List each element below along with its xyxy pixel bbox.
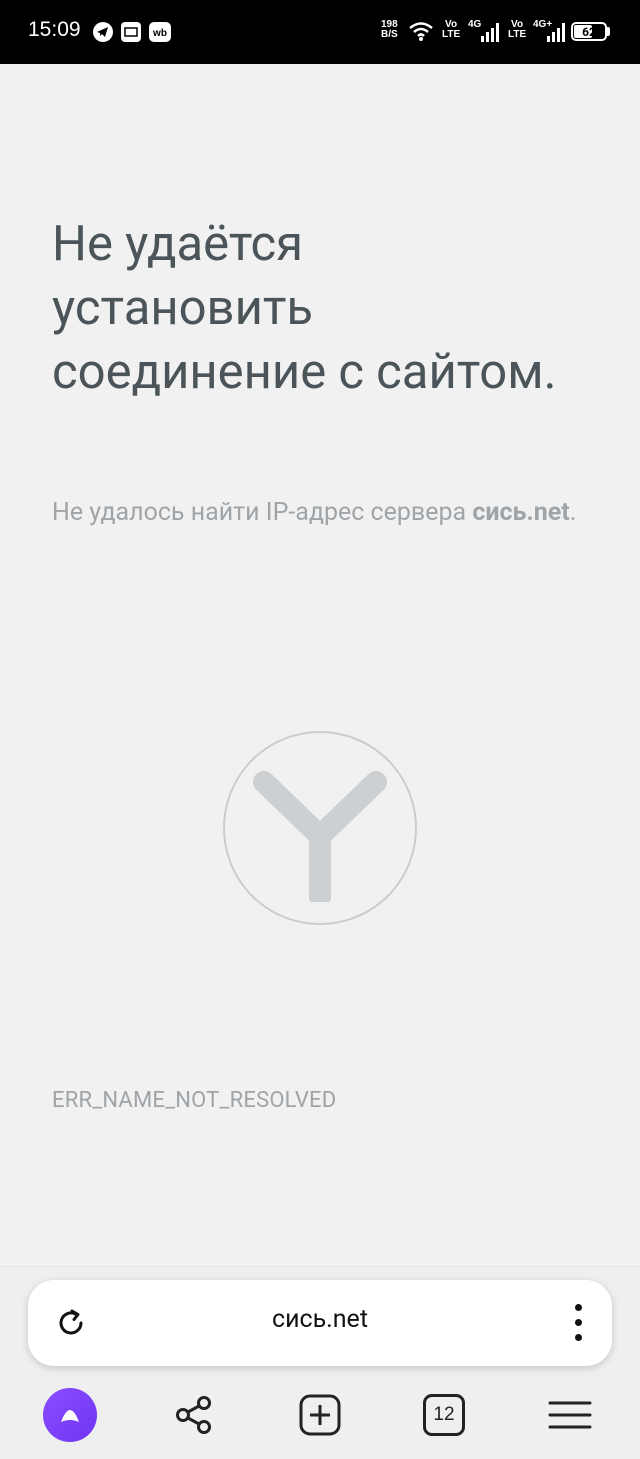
- error-description: Не удалось найти IP-адрес сервера сись.n…: [52, 494, 592, 532]
- wb-icon: wb: [149, 22, 171, 42]
- address-bar[interactable]: сись.net: [28, 1280, 612, 1366]
- tabs-button[interactable]: 12: [414, 1380, 474, 1450]
- error-description-text: Не удалось найти IP-адрес сервера: [52, 498, 473, 527]
- network-speed: 198 B/S: [381, 20, 398, 40]
- battery-tip: [607, 27, 610, 36]
- bottom-navigation: 12: [0, 1380, 640, 1458]
- new-tab-icon: [299, 1394, 341, 1436]
- tabs-icon: 12: [423, 1394, 465, 1436]
- error-title: Не удаётся установить соединение с сайто…: [52, 215, 557, 400]
- volte-badge-2: Vo LTE: [508, 20, 526, 40]
- share-icon: [176, 1396, 211, 1434]
- menu-button[interactable]: [540, 1380, 600, 1450]
- status-bar: 15:09 wb 198 B/S Vo LTE 4G Vo LTE 4G+ 62: [0, 0, 640, 64]
- error-host: сись.net: [472, 498, 570, 527]
- url-text[interactable]: сись.net: [28, 1305, 612, 1334]
- share-button[interactable]: [164, 1380, 224, 1450]
- new-tab-button[interactable]: [290, 1380, 350, 1450]
- wifi-icon: [408, 20, 434, 46]
- battery-percent: 62: [582, 24, 596, 39]
- yandex-browser-logo: [222, 730, 418, 926]
- kebab-menu-icon[interactable]: [574, 1304, 582, 1342]
- battery-icon: 62: [571, 22, 607, 41]
- svg-text:wb: wb: [152, 28, 167, 39]
- hamburger-menu-icon: [548, 1401, 592, 1429]
- alice-icon: [43, 1388, 97, 1442]
- tabs-count: 12: [433, 1404, 455, 1425]
- alice-button[interactable]: [40, 1380, 100, 1450]
- volte1-bottom: LTE: [442, 29, 461, 40]
- signal-bars-1-icon: [480, 22, 500, 46]
- volte-badge-1: Vo LTE: [442, 20, 460, 40]
- volte2-bottom: LTE: [508, 29, 527, 40]
- telegram-icon: [93, 22, 113, 42]
- network-speed-unit: B/S: [381, 29, 398, 40]
- status-time: 15:09: [28, 18, 81, 41]
- news-icon: [121, 22, 141, 42]
- error-description-suffix: .: [569, 498, 577, 527]
- error-code: ERR_NAME_NOT_RESOLVED: [52, 1088, 337, 1113]
- signal-bars-2-icon: [546, 22, 566, 46]
